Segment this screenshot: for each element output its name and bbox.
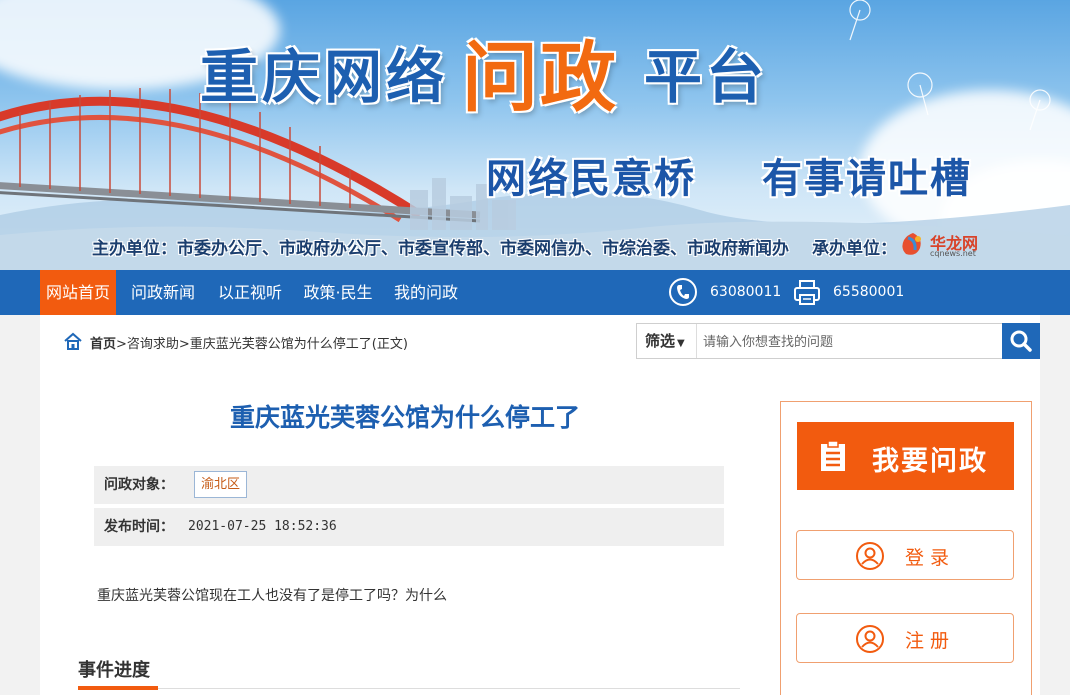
time-label: 发布时间： (104, 519, 174, 535)
target-tag[interactable]: 渝北区 (194, 471, 248, 498)
fax-icon (794, 280, 820, 305)
login-button[interactable]: 登录 (796, 530, 1014, 580)
nav-item-news[interactable]: 问政新闻 (124, 270, 202, 315)
filter-dropdown[interactable]: 筛选 ▼ (637, 324, 697, 358)
filter-label: 筛选 (645, 332, 676, 350)
time-row: 发布时间： 2021-07-25 18:52:36 (94, 508, 724, 546)
phone-number: 63080011 (710, 284, 782, 300)
site-title-accent: 问政 (462, 33, 618, 122)
nav-item-policy[interactable]: 政策·民生 (296, 270, 380, 315)
progress-divider (78, 688, 740, 689)
target-label: 问政对象： (104, 477, 174, 493)
search-button[interactable] (1002, 323, 1040, 359)
search-input[interactable] (699, 325, 1001, 357)
login-label: 登录 (905, 547, 956, 569)
sponsor-text: 主办单位：市委办公厅、市政府办公厅、市委宣传部、市委网信办、市综治委、市政府新闻… (92, 239, 789, 259)
logo-url: cqnews.net (930, 249, 976, 258)
ask-question-button[interactable]: 我要问政 (797, 422, 1014, 490)
search-box: 筛选 ▼ (636, 323, 1040, 359)
hualong-logo[interactable]: 华龙网 cqnews.net (898, 228, 988, 262)
slogan-1: 网络民意桥 (486, 156, 696, 202)
fax-number: 65580001 (833, 284, 905, 300)
home-icon (64, 332, 82, 350)
main-nav: 网站首页 问政新闻 以正视听 政策·民生 我的问政 63080011 65580… (0, 270, 1070, 315)
slogan-2: 有事请吐槽 (762, 156, 972, 202)
user-icon (856, 625, 884, 653)
nav-item-clarify[interactable]: 以正视听 (210, 270, 290, 315)
register-button[interactable]: 注册 (796, 613, 1014, 663)
co-organizer-text: 承办单位： (812, 239, 897, 259)
search-icon (1010, 330, 1032, 352)
chevron-down-icon: ▼ (677, 338, 685, 349)
publish-time: 2021-07-25 18:52:36 (188, 519, 337, 534)
breadcrumb-path[interactable]: >咨询求助>重庆蓝光芙蓉公馆为什么停工了(正文) (116, 337, 408, 352)
site-title-tail: 平台 (644, 43, 769, 111)
article-content: 重庆蓝光芙蓉公馆现在工人也没有了是停工了吗？为什么 (97, 588, 447, 604)
user-icon (856, 542, 884, 570)
hualong-logo-icon (902, 233, 921, 255)
breadcrumb-home-link[interactable]: 首页 (90, 337, 116, 352)
article-title: 重庆蓝光芙蓉公馆为什么停工了 (229, 403, 580, 432)
phone-icon (669, 278, 697, 306)
register-label: 注册 (905, 630, 956, 652)
progress-heading: 事件进度 (78, 660, 150, 681)
nav-item-my-questions[interactable]: 我的问政 (386, 270, 466, 315)
clipboard-icon (821, 440, 845, 471)
progress-heading-underline (78, 686, 158, 690)
header-banner: 重庆网络 问政 平台 网络民意桥 有事请吐槽 主办单位：市委办公厅、市政府办公厅… (0, 0, 1070, 270)
nav-item-home[interactable]: 网站首页 (40, 270, 116, 315)
breadcrumb: 首页>咨询求助>重庆蓝光芙蓉公馆为什么停工了(正文) (40, 324, 636, 358)
ask-question-label: 我要问政 (872, 446, 988, 477)
target-row: 问政对象： 渝北区 (94, 466, 724, 504)
breadcrumb-text: 首页>咨询求助>重庆蓝光芙蓉公馆为什么停工了(正文) (90, 333, 408, 352)
site-title: 重庆网络 (200, 43, 449, 111)
